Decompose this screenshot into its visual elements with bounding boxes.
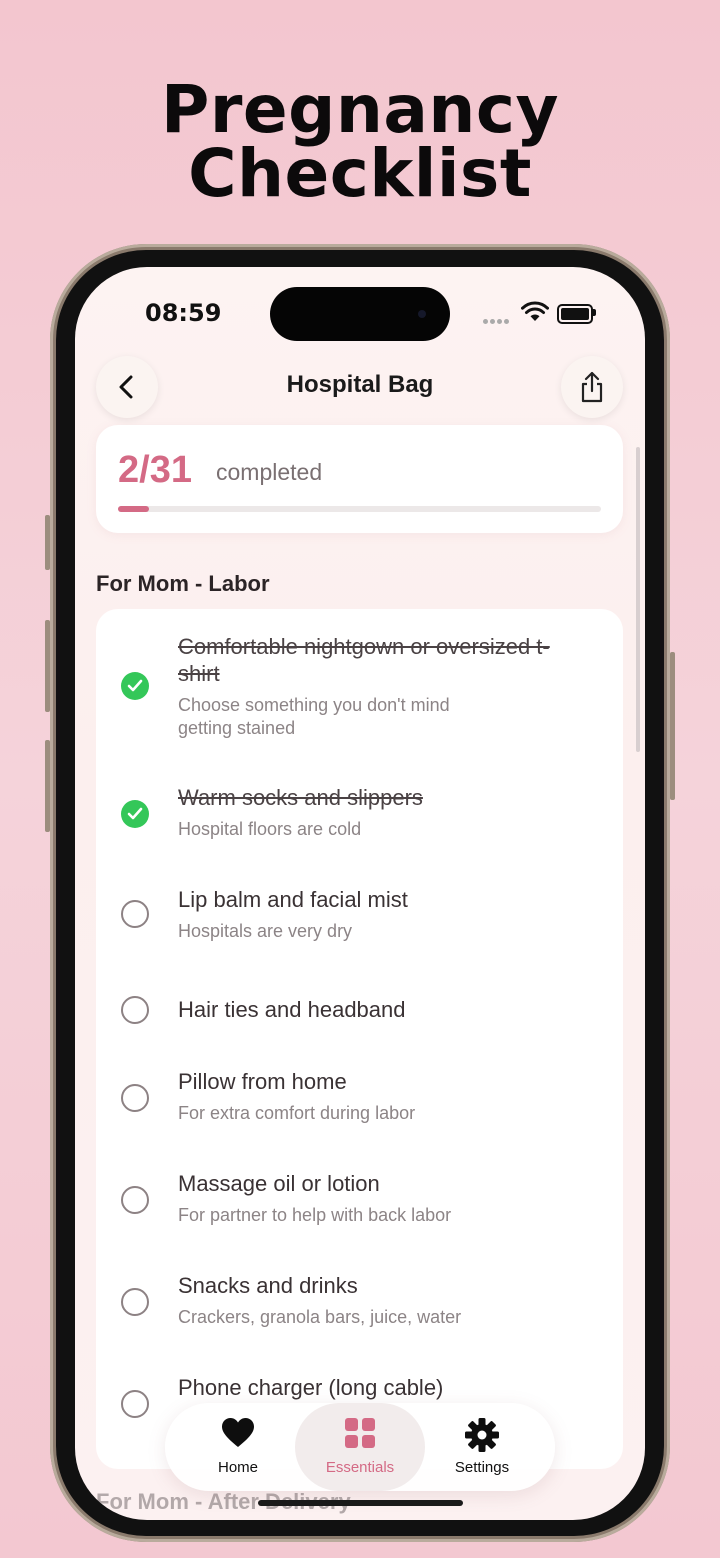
share-button[interactable] [561,356,623,418]
checkbox-unchecked[interactable] [121,1186,149,1214]
item-title: Pillow from home [178,1069,347,1094]
checkbox-checked[interactable] [121,800,149,828]
progress-count: 2/31 [118,449,192,491]
camera-dot [418,310,426,318]
item-subtitle: Crackers, granola bars, juice, water [178,1307,462,1327]
item-subtitle: Hospital floors are cold [178,819,362,839]
item-title: Massage oil or lotion [178,1171,380,1196]
headline-line-2: Checklist [188,135,532,212]
checkbox-unchecked[interactable] [121,1288,149,1316]
item-title: Hair ties and headband [178,997,406,1022]
list-item[interactable]: Warm socks and slippers Hospital floors … [96,759,623,861]
item-title: Lip balm and facial mist [178,887,408,912]
progress-card: 2/31 completed [96,425,623,533]
battery-cap [593,309,596,316]
item-subtitle: For extra comfort during labor [178,1103,416,1123]
tab-label: Essentials [325,1459,395,1476]
battery-icon [557,304,593,324]
power-button [670,652,675,800]
wifi-icon [521,301,549,321]
item-title: Phone charger (long cable) [178,1375,444,1400]
signal-icon [483,311,511,329]
progress-fill [118,506,150,512]
headline-line-1: Pregnancy [160,71,560,148]
progress-bar [118,506,601,512]
checklist-card: Comfortable nightgown or oversized t-shi… [96,609,623,1469]
phone-screen: 08:59 Hospital Bag 2/31 completed For Mo… [75,267,645,1520]
tab-label: Settings [454,1459,510,1476]
checkmark-icon [127,679,143,692]
item-subtitle: Hospitals are very dry [178,921,353,941]
progress-label: completed [216,459,323,485]
tab-settings[interactable]: Settings [417,1403,547,1491]
list-item[interactable]: Hair ties and headband [96,963,623,1047]
list-item[interactable]: Lip balm and facial mist Hospitals are v… [96,861,623,963]
home-indicator[interactable] [258,1500,463,1506]
tab-label: Home [217,1459,258,1476]
page-title: Hospital Bag [286,371,434,398]
checkbox-checked[interactable] [121,672,149,700]
section-title: For Mom - Labor [96,571,270,596]
gear-icon [465,1418,499,1452]
grid-icon [345,1418,375,1448]
item-subtitle: For partner to help with back labor [178,1205,452,1225]
heart-icon [222,1418,254,1447]
list-item[interactable]: Comfortable nightgown or oversized t-shi… [96,609,623,759]
list-item[interactable]: Snacks and drinks Crackers, granola bars… [96,1251,623,1353]
item-title: Snacks and drinks [178,1273,358,1298]
item-subtitle: Choose something you don't mind getting … [178,695,450,738]
status-time: 08:59 [145,299,222,327]
checkbox-unchecked[interactable] [121,1084,149,1112]
checkbox-unchecked[interactable] [121,996,149,1024]
checkbox-unchecked[interactable] [121,900,149,928]
tab-bar: Home Essentials Settings [165,1403,555,1491]
tab-home[interactable]: Home [173,1403,303,1491]
dynamic-island [270,287,450,341]
checkmark-icon [127,807,143,820]
list-item[interactable]: Massage oil or lotion For partner to hel… [96,1149,623,1251]
item-title: Warm socks and slippers [178,785,423,810]
scroll-indicator[interactable] [636,447,640,752]
checkbox-unchecked[interactable] [121,1390,149,1418]
share-icon [581,371,603,403]
list-item[interactable]: Pillow from home For extra comfort durin… [96,1047,623,1149]
item-title: Comfortable nightgown or oversized t-shi… [178,634,550,686]
headline: Pregnancy Checklist [0,71,720,212]
tab-essentials[interactable]: Essentials [295,1403,425,1491]
